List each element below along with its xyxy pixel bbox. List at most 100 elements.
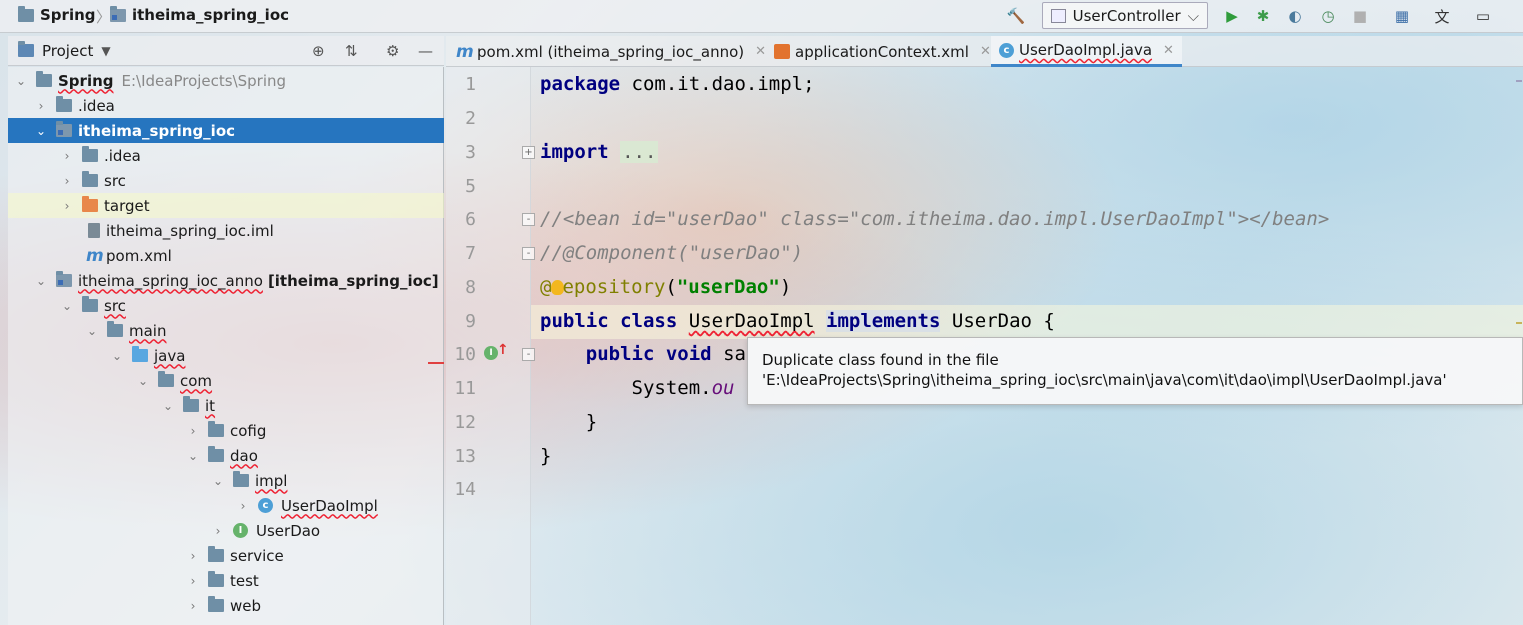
tree-node-itheima-spring-ioc[interactable]: ⌄ itheima_spring_ioc <box>8 118 444 143</box>
project-view-selector[interactable]: Project <box>42 42 93 60</box>
chevron-right-icon[interactable]: › <box>184 599 202 613</box>
tree-node-impl[interactable]: ⌄ impl <box>8 468 444 493</box>
hide-panel-icon[interactable]: — <box>418 42 433 60</box>
chevron-right-icon[interactable]: › <box>234 499 252 513</box>
close-icon[interactable]: ✕ <box>755 44 766 59</box>
stop-icon[interactable]: ■ <box>1350 6 1370 26</box>
chevron-right-icon[interactable]: › <box>184 574 202 588</box>
tree-node-dao[interactable]: ⌄ dao <box>8 443 444 468</box>
tree-node-iml-file[interactable]: itheima_spring_ioc.iml <box>8 218 444 243</box>
run-icon[interactable]: ▶ <box>1222 6 1242 26</box>
code-line-1[interactable]: package com.it.dao.impl; <box>540 73 815 95</box>
chevron-right-icon[interactable]: › <box>184 424 202 438</box>
code-line-7[interactable]: //@Component("userDao") <box>540 242 803 264</box>
project-view-icon <box>18 41 34 57</box>
project-tree: ⌄ Spring E:\IdeaProjects\Spring › .idea … <box>8 67 444 625</box>
interface-icon: I <box>233 523 248 538</box>
tree-node-spring[interactable]: ⌄ Spring E:\IdeaProjects\Spring <box>8 68 444 93</box>
tree-node-service[interactable]: › service <box>8 543 444 568</box>
chevron-down-icon[interactable]: ⌄ <box>209 474 227 488</box>
error-tooltip: Duplicate class found in the file 'E:\Id… <box>747 337 1523 405</box>
implements-method-icon[interactable]: I <box>484 346 498 360</box>
chevron-down-icon[interactable]: ⌄ <box>159 399 177 413</box>
chevron-down-icon[interactable]: ⌄ <box>83 324 101 338</box>
gear-icon[interactable]: ⚙ <box>386 42 399 60</box>
profile-icon[interactable]: ◷ <box>1318 6 1338 26</box>
close-icon[interactable]: ✕ <box>1163 43 1174 58</box>
fold-expand-icon[interactable]: + <box>522 146 535 159</box>
chevron-right-icon[interactable]: › <box>209 524 227 538</box>
scrollbar-marker[interactable] <box>1516 80 1522 82</box>
fold-marker-icon[interactable]: - <box>522 213 535 226</box>
tree-node-userdao[interactable]: › I UserDao <box>8 518 444 543</box>
line-number: 12 <box>454 412 476 433</box>
package-icon <box>208 446 224 462</box>
tree-node-web[interactable]: › web <box>8 593 444 618</box>
chevron-down-icon[interactable]: ⌄ <box>58 299 76 313</box>
tree-node-itheima-spring-ioc-anno[interactable]: ⌄ itheima_spring_ioc_anno [itheima_sprin… <box>8 268 444 293</box>
chevron-right-icon[interactable]: › <box>58 174 76 188</box>
tree-node-src[interactable]: › src <box>8 168 444 193</box>
project-structure-icon[interactable]: ▦ <box>1392 6 1412 26</box>
chevron-down-icon[interactable]: ⌄ <box>32 124 50 138</box>
translate-icon[interactable]: 文 <box>1432 6 1452 26</box>
code-line-6[interactable]: //<bean id="userDao" class="com.itheima.… <box>540 208 1329 230</box>
code-line-13[interactable]: } <box>540 445 551 467</box>
tree-node-java[interactable]: ⌄ java <box>8 343 444 368</box>
chevron-down-icon[interactable]: ⌄ <box>12 74 30 88</box>
code-line-8[interactable]: @ epository("userDao") <box>540 276 791 298</box>
tree-node-target[interactable]: › target <box>8 193 444 218</box>
tab-pom-xml[interactable]: m pom.xml (itheima_spring_ioc_anno) ✕ <box>456 36 766 67</box>
tree-node-cofig[interactable]: › cofig <box>8 418 444 443</box>
build-hammer-icon[interactable]: 🔨 <box>1006 6 1026 26</box>
chevron-right-icon[interactable]: › <box>184 549 202 563</box>
override-arrow-icon[interactable]: ↑ <box>497 342 509 358</box>
tree-node-main[interactable]: ⌄ main <box>8 318 444 343</box>
package-icon <box>208 421 224 437</box>
window-icon[interactable]: ▭ <box>1473 6 1493 26</box>
close-icon[interactable]: ✕ <box>980 44 991 59</box>
class-icon: c <box>258 498 273 513</box>
line-number: 1 <box>465 74 476 95</box>
chevron-right-icon[interactable]: › <box>58 199 76 213</box>
folded-imports[interactable]: ... <box>620 141 659 163</box>
run-configuration-dropdown[interactable]: UserController ⌵ <box>1042 2 1208 29</box>
tree-node-it[interactable]: ⌄ it <box>8 393 444 418</box>
breadcrumb-spring[interactable]: Spring <box>18 5 96 24</box>
tree-node-idea[interactable]: › .idea <box>8 143 444 168</box>
chevron-down-icon[interactable]: ⌄ <box>108 349 126 363</box>
chevron-right-icon[interactable]: › <box>58 149 76 163</box>
chevron-down-icon[interactable]: ⌄ <box>134 374 152 388</box>
code-line-10[interactable]: public void sa <box>540 343 746 365</box>
tree-node-userdaoimpl[interactable]: › c UserDaoImpl <box>8 493 444 518</box>
coverage-icon[interactable]: ◐ <box>1285 6 1305 26</box>
scrollbar-marker[interactable] <box>1516 322 1522 324</box>
tree-node-com[interactable]: ⌄ com <box>8 368 444 393</box>
tab-userdaoimpl-java[interactable]: c UserDaoImpl.java ✕ <box>991 36 1182 67</box>
code-line-3[interactable]: import ... <box>540 141 659 163</box>
tree-node-pom-xml[interactable]: m pom.xml <box>8 243 444 268</box>
locate-icon[interactable]: ⊕ <box>312 42 325 60</box>
line-number: 7 <box>465 243 476 264</box>
code-line-11[interactable]: System.ou <box>540 377 735 399</box>
line-number: 10 <box>454 344 476 365</box>
folder-icon <box>56 96 72 112</box>
tree-node-test[interactable]: › test <box>8 568 444 593</box>
tree-node-src[interactable]: ⌄ src <box>8 293 444 318</box>
chevron-down-icon[interactable]: ⌄ <box>32 274 50 288</box>
fold-marker-icon[interactable]: - <box>522 247 535 260</box>
code-line-12[interactable]: } <box>540 411 597 433</box>
tree-node-idea[interactable]: › .idea <box>8 93 444 118</box>
chevron-down-icon[interactable]: ⌄ <box>184 449 202 463</box>
excluded-folder-icon <box>82 196 98 212</box>
dropdown-arrow-icon[interactable]: ▼ <box>101 44 110 58</box>
breadcrumb-itheima-spring-ioc[interactable]: itheima_spring_ioc <box>110 5 289 24</box>
debug-icon[interactable]: ✱ <box>1253 6 1273 26</box>
module-folder-icon <box>110 5 126 22</box>
chevron-right-icon[interactable]: › <box>32 99 50 113</box>
collapse-all-icon[interactable]: ⇅ <box>345 42 358 60</box>
iml-file-icon <box>88 223 100 238</box>
code-line-9[interactable]: public class UserDaoImpl implements User… <box>540 310 1055 332</box>
fold-marker-icon[interactable]: - <box>522 348 535 361</box>
tab-application-context-xml[interactable]: applicationContext.xml ✕ <box>774 36 991 67</box>
